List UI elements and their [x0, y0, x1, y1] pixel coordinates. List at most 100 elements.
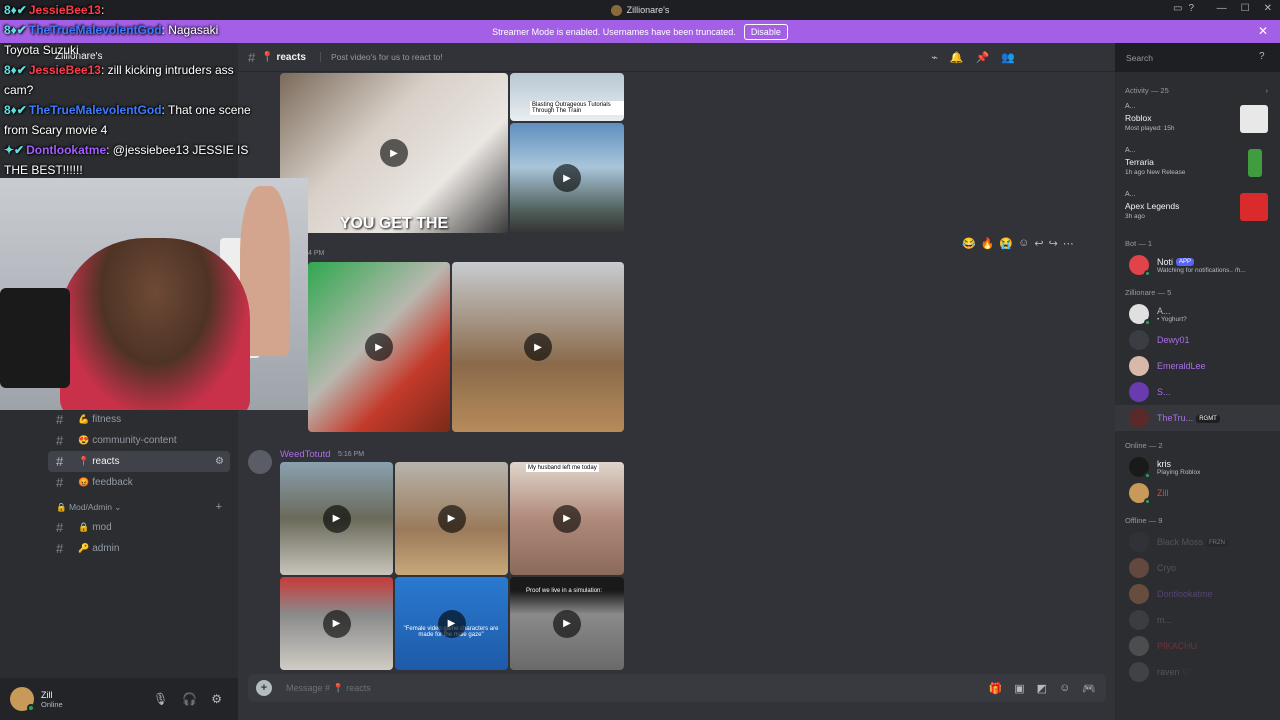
activity-card[interactable]: A... Terraria 1h ago New Release: [1121, 143, 1274, 185]
inbox-icon[interactable]: ▭: [1173, 3, 1182, 14]
play-icon[interactable]: ▶: [437, 609, 466, 638]
channel-admin[interactable]: # 🔑 admin: [48, 538, 230, 559]
member-item[interactable]: PIKACHU: [1115, 633, 1280, 659]
close-window-button[interactable]: ✕: [1264, 3, 1272, 14]
video-attachment[interactable]: "Female video game characters are made f…: [395, 577, 508, 670]
play-icon[interactable]: ▶: [553, 164, 581, 192]
forward-icon[interactable]: ↪: [1049, 237, 1058, 250]
minimize-button[interactable]: —: [1217, 3, 1227, 14]
user-status: Online: [41, 699, 63, 709]
member-item[interactable]: m...: [1115, 607, 1280, 633]
apps-icon[interactable]: 🎮: [1082, 682, 1096, 695]
member-tag: FRZN: [1206, 538, 1229, 547]
search-input[interactable]: Search: [1120, 49, 1254, 67]
video-attachment[interactable]: ▶: [280, 462, 393, 575]
hash-icon: #: [56, 475, 64, 490]
play-icon[interactable]: ▶: [553, 504, 581, 533]
video-attachment[interactable]: ▶: [308, 262, 450, 432]
channel-community-content[interactable]: # 😍 community-content: [48, 430, 230, 451]
play-icon[interactable]: ▶: [365, 333, 393, 361]
fire-reaction-icon[interactable]: 🔥: [981, 237, 995, 250]
play-icon[interactable]: ▶: [524, 333, 552, 361]
attach-plus-icon[interactable]: +: [256, 680, 272, 696]
play-icon[interactable]: ▶: [437, 504, 466, 533]
hash-icon: #: [56, 454, 64, 469]
member-item[interactable]: raven ♡: [1115, 659, 1280, 685]
message-composer[interactable]: + Message # 📍 reacts 🎁 ▣ ◩ ☺ 🎮: [248, 674, 1106, 702]
category-mod-admin[interactable]: 🔒 Mod/Admin ⌄ +: [48, 497, 230, 517]
bell-icon[interactable]: 🔔: [950, 51, 964, 64]
reply-icon[interactable]: ↩: [1034, 237, 1043, 250]
members-icon[interactable]: 👥: [1001, 51, 1015, 64]
video-attachment[interactable]: ▶: [395, 462, 508, 575]
member-item[interactable]: Noti APP Watching for notifications.. /h..…: [1115, 252, 1280, 278]
member-item[interactable]: EmeraldLee: [1115, 353, 1280, 379]
chat-message: ✦✔ Dontlookatme: @jessiebee13 JESSIE IS T…: [0, 140, 260, 180]
pin-icon[interactable]: 📌: [976, 51, 990, 64]
window-title: Zillionare's: [610, 4, 669, 16]
chat-badges: 8♦✔: [4, 63, 27, 77]
video-attachment[interactable]: ▶ YOU GET THE: [280, 73, 508, 233]
more-icon[interactable]: ⋯: [1063, 237, 1074, 250]
activity-card[interactable]: A... Apex Legends 3h ago: [1121, 187, 1274, 229]
member-item[interactable]: Black Moss FRZN: [1115, 529, 1280, 555]
gift-icon[interactable]: 🎁: [989, 682, 1003, 695]
play-icon[interactable]: ▶: [322, 609, 351, 638]
member-name: Black Moss: [1157, 537, 1204, 547]
channel-label: feedback: [92, 477, 133, 488]
laugh-reaction-icon[interactable]: 😂: [962, 237, 976, 250]
member-item[interactable]: kris Playing Roblox: [1115, 454, 1280, 480]
channel-reacts[interactable]: # 📍 reacts ⚙: [48, 451, 230, 472]
member-name: Cryo: [1157, 563, 1177, 573]
video-attachment[interactable]: ▶: [280, 577, 393, 670]
channel-fitness[interactable]: # 💪 fitness: [48, 409, 230, 430]
video-attachment[interactable]: Blasting Outrageous Tutorials Through Th…: [510, 73, 624, 121]
activity-card[interactable]: A... Roblox Most played: 15h: [1121, 99, 1274, 141]
member-item[interactable]: A... • Yoghurt?: [1115, 301, 1280, 327]
chevron-right-icon[interactable]: ›: [1266, 86, 1269, 95]
video-attachment[interactable]: ▶: [452, 262, 624, 432]
member-item[interactable]: Zill: [1115, 480, 1280, 506]
add-reaction-icon[interactable]: ☺: [1018, 237, 1029, 250]
gif-icon[interactable]: ▣: [1014, 682, 1024, 695]
video-attachment[interactable]: Proof we live in a simulation: ▶: [510, 577, 624, 670]
sticker-icon[interactable]: ◩: [1037, 682, 1047, 695]
microphone-icon[interactable]: 🎙: [153, 692, 168, 706]
video-caption: YOU GET THE: [339, 215, 449, 232]
maximize-button[interactable]: ☐: [1241, 3, 1250, 14]
play-icon[interactable]: ▶: [553, 609, 581, 638]
hash-icon: #: [56, 520, 64, 535]
user-panel: Zill Online 🎙 🎧 ⚙: [0, 678, 238, 720]
banner-close-icon[interactable]: ✕: [1258, 24, 1268, 38]
cry-reaction-icon[interactable]: 😭: [999, 237, 1013, 250]
member-item[interactable]: Dontlookatme: [1115, 581, 1280, 607]
add-channel-icon[interactable]: +: [216, 501, 222, 513]
member-item[interactable]: Cryo: [1115, 555, 1280, 581]
member-item[interactable]: TheTru... RGMT: [1115, 405, 1280, 431]
help-circle-icon[interactable]: ?: [1188, 3, 1194, 14]
chat-message: Toyota Suzuki: [0, 40, 260, 60]
disable-streamer-mode-button[interactable]: Disable: [743, 23, 788, 40]
emoji-icon[interactable]: ☺: [1059, 682, 1070, 695]
headphones-icon[interactable]: 🎧: [182, 692, 197, 706]
avatar: [1129, 304, 1151, 326]
channel-feedback[interactable]: # 😡 feedback: [48, 472, 230, 493]
channel-label: fitness: [92, 414, 122, 425]
message-input[interactable]: Message # 📍 reacts: [286, 683, 371, 694]
message-author[interactable]: WeedTotutd: [280, 449, 331, 460]
member-name: S...: [1157, 387, 1171, 397]
avatar[interactable]: [248, 450, 272, 474]
play-icon[interactable]: ▶: [322, 504, 351, 533]
gear-icon[interactable]: ⚙: [211, 692, 222, 706]
member-item[interactable]: Dewy01: [1115, 327, 1280, 353]
help-icon[interactable]: ?: [1259, 51, 1265, 62]
video-attachment[interactable]: ▶: [510, 123, 624, 233]
video-attachment[interactable]: My husband left me today ▶: [510, 462, 624, 575]
avatar[interactable]: [10, 687, 35, 712]
threads-icon[interactable]: ⌁: [931, 51, 938, 64]
member-item[interactable]: S...: [1115, 379, 1280, 405]
play-icon[interactable]: ▶: [380, 139, 408, 167]
channel-settings-icons[interactable]: ⚙: [215, 456, 224, 467]
category-label: 🔒 Mod/Admin ⌄: [56, 501, 122, 512]
channel-mod[interactable]: # 🔒 mod: [48, 517, 230, 538]
